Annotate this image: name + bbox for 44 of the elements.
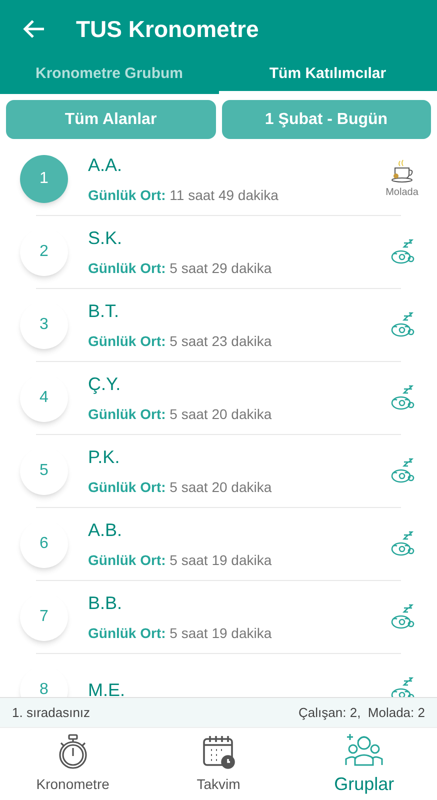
daily-average: Günlük Ort: 11 saat 49 dakika: [88, 186, 280, 205]
sleeping-face-icon: [389, 604, 415, 630]
daily-average: Günlük Ort: 5 saat 23 dakika: [88, 332, 273, 351]
participant-name: B.B.: [88, 592, 124, 615]
tab[interactable]: Tüm Katılımcılar: [218, 58, 437, 94]
status-counts: Çalışan: 2, Molada: 2: [298, 704, 425, 722]
participant-name: Ç.Y.: [88, 373, 122, 396]
rank-badge: 7: [20, 593, 68, 641]
status-label: Molada: [386, 186, 418, 200]
rank-badge: 2: [20, 228, 68, 276]
filter-button[interactable]: Tüm Alanlar: [6, 100, 216, 139]
nav-tab[interactable]: Takvim: [146, 728, 292, 800]
sleeping-face-icon: [389, 677, 415, 697]
daily-average: Günlük Ort: 5 saat 19 dakika: [88, 551, 273, 570]
rank-badge: 3: [20, 301, 68, 349]
nav-tab[interactable]: Kronometre: [0, 728, 146, 800]
sleeping-face-icon: [389, 531, 415, 557]
sleeping-face-icon: [389, 312, 415, 338]
app-title: TUS Kronometre: [76, 14, 259, 44]
daily-average: Günlük Ort: 5 saat 29 dakika: [88, 259, 273, 278]
sleeping-face-icon: [389, 239, 415, 265]
nav-tab[interactable]: Gruplar: [291, 728, 437, 800]
rank-text: 1. sıradasınız: [12, 704, 90, 722]
coffee-cup-icon: [389, 158, 415, 182]
daily-average: Günlük Ort: 5 saat 20 dakika: [88, 478, 273, 497]
participant-name: A.B.: [88, 519, 124, 542]
participant-name: A.A.: [88, 154, 124, 177]
back-arrow-icon: [23, 19, 45, 39]
rank-badge: 5: [20, 447, 68, 495]
filter-button[interactable]: 1 Şubat - Bugün: [222, 100, 431, 139]
tab[interactable]: Kronometre Grubum: [0, 58, 218, 94]
daily-average: Günlük Ort: 5 saat 20 dakika: [88, 405, 273, 424]
participant-name: M.E.: [88, 678, 126, 697]
participant-name: P.K.: [88, 446, 121, 469]
participant-name: B.T.: [88, 300, 120, 323]
rank-badge: 8: [20, 666, 68, 697]
daily-average: Günlük Ort: 5 saat 19 dakika: [88, 624, 273, 643]
rank-badge: 6: [20, 520, 68, 568]
rank-badge: 1: [20, 155, 68, 203]
sleeping-face-icon: [389, 385, 415, 411]
calendar-clock-icon: [202, 734, 236, 770]
participant-name: S.K.: [88, 227, 124, 250]
sleeping-face-icon: [389, 458, 415, 484]
rank-badge: 4: [20, 374, 68, 422]
